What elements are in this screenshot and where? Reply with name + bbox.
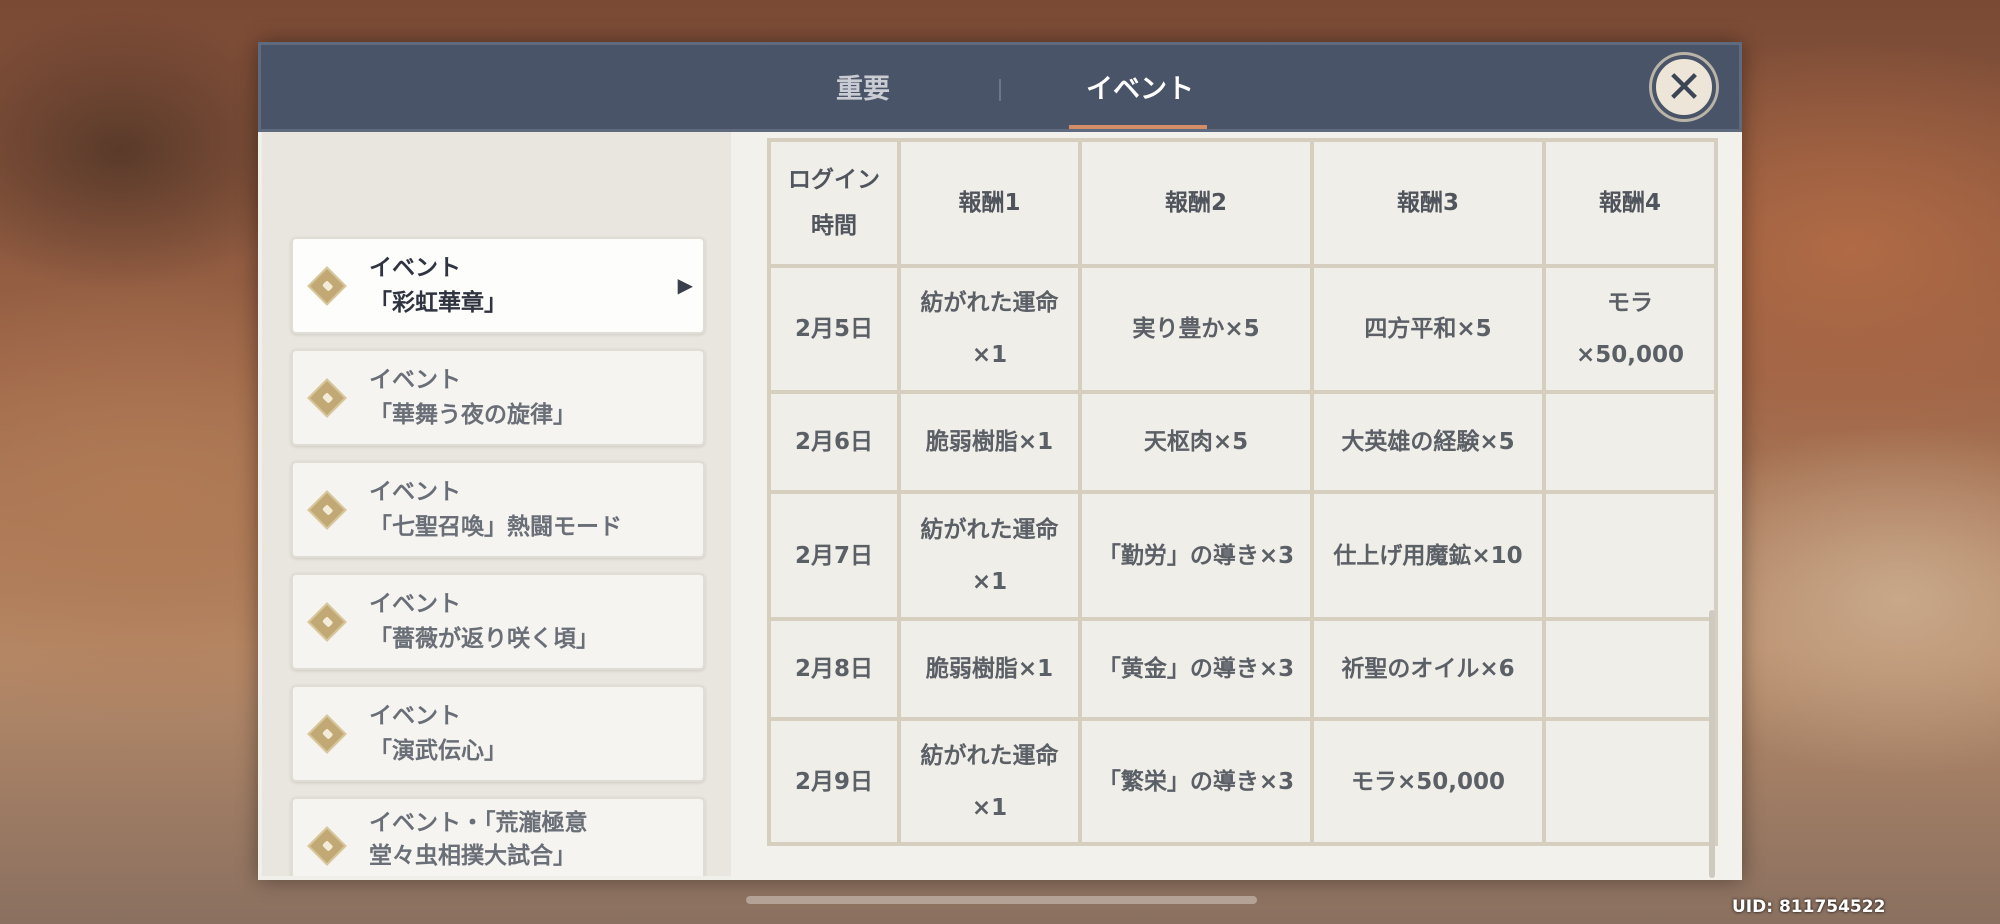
event-title: 「薔薇が返り咲く頃」 <box>369 626 599 652</box>
event-item[interactable]: イベント「七聖召喚」熱闘モード <box>291 461 705 558</box>
column-header: 報酬2 <box>1078 138 1314 268</box>
event-flag-icon <box>307 826 347 866</box>
event-flag-icon <box>307 490 347 530</box>
event-title: 「彩虹華章」 <box>369 290 507 316</box>
column-header: 報酬3 <box>1310 138 1546 268</box>
event-item[interactable]: イベント・「荒瀧極意 堂々虫相撲大試合」 <box>291 797 705 876</box>
event-item[interactable]: イベント「華舞う夜の旋律」 <box>291 349 705 446</box>
event-label: イベント <box>369 703 461 729</box>
table-cell: 「勤労」の導き×3 <box>1078 490 1314 621</box>
table-row: 2月8日 脆弱樹脂×1 「黄金」の導き×3 祈聖のオイル×6 <box>767 617 1719 721</box>
table-cell: モラ×50,000 <box>1541 264 1719 394</box>
table-cell: 紡がれた運命×1 <box>897 490 1082 621</box>
table-row: 2月5日 紡がれた運命×1 実り豊か×5 四方平和×5 モラ×50,000 <box>767 264 1719 394</box>
event-item[interactable]: イベント「演武伝心」 <box>291 685 705 782</box>
table-cell <box>1541 717 1719 846</box>
column-header: ログイン時間 <box>767 138 901 268</box>
table-cell <box>1541 390 1719 494</box>
close-icon: ✕ <box>1665 61 1703 113</box>
table-row: 2月9日 紡がれた運命×1 「繁栄」の導き×3 モラ×50,000 <box>767 717 1719 846</box>
close-button[interactable]: ✕ <box>1652 55 1716 119</box>
tab-important[interactable]: 重要 <box>836 67 890 106</box>
table-cell: 仕上げ用魔鉱×10 <box>1310 490 1546 621</box>
table-cell <box>1541 617 1719 721</box>
tab-divider <box>999 79 1001 101</box>
table-cell: 四方平和×5 <box>1310 264 1546 394</box>
table-cell: 脆弱樹脂×1 <box>897 390 1082 494</box>
event-label: イベント <box>369 479 461 505</box>
event-list[interactable]: イベント 「彩虹華章」 ▶ イベント 「華舞う夜の旋律」 イベント 「七聖召喚」熱闘モー… <box>262 132 731 876</box>
event-label: イベント <box>369 255 461 281</box>
event-flag-icon <box>307 266 347 306</box>
table-cell: モラ×50,000 <box>1310 717 1546 846</box>
column-header: 報酬4 <box>1541 138 1719 268</box>
event-label: イベント <box>369 591 461 617</box>
table-cell: 2月8日 <box>767 617 901 721</box>
scrollbar[interactable] <box>1709 610 1715 878</box>
table-row: 2月7日 紡がれた運命×1 「勤労」の導き×3 仕上げ用魔鉱×10 <box>767 490 1719 621</box>
event-label: イベント・「荒瀧極意 <box>369 810 588 836</box>
event-label: イベント <box>369 367 461 393</box>
table-cell: 「黄金」の導き×3 <box>1078 617 1314 721</box>
table-cell: 大英雄の経験×5 <box>1310 390 1546 494</box>
table-cell: 「繁栄」の導き×3 <box>1078 717 1314 846</box>
table-cell: 天枢肉×5 <box>1078 390 1314 494</box>
table-cell: 2月7日 <box>767 490 901 621</box>
table-cell: 紡がれた運命×1 <box>897 717 1082 846</box>
event-item[interactable]: イベント「彩虹華章」 ▶ <box>291 237 705 334</box>
event-flag-icon <box>307 714 347 754</box>
event-flag-icon <box>307 378 347 418</box>
event-flag-icon <box>307 602 347 642</box>
uid-label: UID: 811754522 <box>1732 897 1886 917</box>
column-header: 報酬1 <box>897 138 1082 268</box>
event-content[interactable]: ログイン時間 報酬1 報酬2 報酬3 報酬4 2月5日 紡がれた運命×1 実り豊… <box>731 132 1742 880</box>
table-cell: 2月6日 <box>767 390 901 494</box>
tab-bar: 重要 イベント ✕ <box>258 42 1742 132</box>
table-cell <box>1541 490 1719 621</box>
table-cell: 2月9日 <box>767 717 901 846</box>
table-header-row: ログイン時間 報酬1 報酬2 報酬3 報酬4 <box>767 138 1719 268</box>
table-cell: 紡がれた運命×1 <box>897 264 1082 394</box>
home-indicator[interactable] <box>746 896 1257 904</box>
active-tab-indicator <box>1069 125 1207 129</box>
announcement-dialog: 重要 イベント ✕ イベント 「彩虹華章」 ▶ イベント 「華舞う夜の旋律」 イベント… <box>258 42 1742 880</box>
table-cell: 2月5日 <box>767 264 901 394</box>
event-title: 「華舞う夜の旋律」 <box>369 402 576 428</box>
table-cell: 祈聖のオイル×6 <box>1310 617 1546 721</box>
table-cell: 実り豊か×5 <box>1078 264 1314 394</box>
event-title: 堂々虫相撲大試合」 <box>369 843 576 869</box>
event-title: 「演武伝心」 <box>369 738 507 764</box>
event-title: 「七聖召喚」熱闘モード <box>369 514 622 540</box>
table-cell: 脆弱樹脂×1 <box>897 617 1082 721</box>
event-item[interactable]: イベント「薔薇が返り咲く頃」 <box>291 573 705 670</box>
caret-right-icon: ▶ <box>677 273 693 297</box>
login-reward-table: ログイン時間 報酬1 報酬2 報酬3 報酬4 2月5日 紡がれた運命×1 実り豊… <box>767 138 1719 846</box>
table-row: 2月6日 脆弱樹脂×1 天枢肉×5 大英雄の経験×5 <box>767 390 1719 494</box>
tab-event[interactable]: イベント <box>1086 67 1194 106</box>
